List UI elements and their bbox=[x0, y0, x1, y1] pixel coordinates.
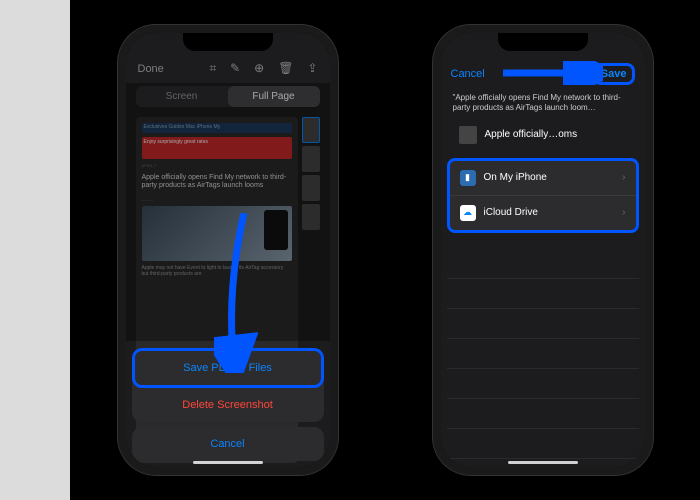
annotation-arrow-right bbox=[503, 61, 603, 85]
delete-screenshot-button[interactable]: Delete Screenshot bbox=[132, 388, 324, 422]
crop-icon[interactable]: ⌗ bbox=[209, 61, 216, 76]
notch bbox=[498, 33, 588, 51]
list-row bbox=[447, 339, 639, 369]
icloud-icon: ☁ bbox=[460, 205, 476, 221]
share-icon[interactable]: ⇪ bbox=[307, 61, 317, 76]
done-button[interactable]: Done bbox=[138, 63, 164, 75]
thumb-page[interactable] bbox=[302, 204, 320, 230]
view-tabs: Screen Full Page bbox=[136, 86, 320, 107]
list-row bbox=[447, 279, 639, 309]
tab-screen[interactable]: Screen bbox=[136, 86, 228, 107]
phone-right: Cancel 🗀 Save "Apple officially opens Fi… bbox=[433, 25, 653, 475]
pen-icon[interactable]: ✎ bbox=[230, 61, 240, 76]
thumb-page[interactable] bbox=[302, 175, 320, 201]
home-indicator bbox=[193, 461, 263, 464]
location-on-my-iphone[interactable]: ▮ On My iPhone › bbox=[450, 161, 636, 196]
chevron-right-icon: › bbox=[622, 207, 625, 218]
list-row bbox=[447, 429, 639, 459]
empty-list bbox=[447, 249, 639, 459]
iphone-icon: ▮ bbox=[460, 170, 476, 186]
article-byline: ——— bbox=[142, 197, 292, 202]
article-date: APRIL 7 bbox=[142, 163, 292, 168]
location-label: iCloud Drive bbox=[484, 207, 615, 218]
screen-markup: Done ⌗ ✎ ⊕ 🗑 ⇪ Screen Full Page Exclusiv… bbox=[126, 33, 330, 467]
file-description: "Apple officially opens Find My network … bbox=[441, 91, 645, 120]
tab-full-page[interactable]: Full Page bbox=[228, 86, 320, 107]
phone-left: Done ⌗ ✎ ⊕ 🗑 ⇪ Screen Full Page Exclusiv… bbox=[118, 25, 338, 475]
thumb-page[interactable] bbox=[302, 117, 320, 143]
list-row bbox=[447, 399, 639, 429]
cancel-button[interactable]: Cancel bbox=[132, 427, 324, 461]
list-row bbox=[447, 249, 639, 279]
location-label: On My iPhone bbox=[484, 172, 615, 183]
file-thumb-icon bbox=[459, 126, 477, 144]
site-nav: Exclusives Guides Mac iPhone My bbox=[142, 123, 292, 133]
screenshot-canvas: Done ⌗ ✎ ⊕ 🗑 ⇪ Screen Full Page Exclusiv… bbox=[70, 0, 700, 500]
list-row bbox=[447, 309, 639, 339]
plus-icon[interactable]: ⊕ bbox=[254, 61, 264, 76]
annotation-arrow-down bbox=[214, 213, 258, 373]
location-group: ▮ On My iPhone › ☁ iCloud Drive › bbox=[447, 158, 639, 233]
file-row[interactable]: Apple officially…oms bbox=[447, 120, 639, 150]
page-margin bbox=[0, 0, 70, 500]
location-icloud-drive[interactable]: ☁ iCloud Drive › bbox=[450, 196, 636, 230]
list-row bbox=[447, 369, 639, 399]
cancel-button[interactable]: Cancel bbox=[451, 68, 485, 80]
screen-files-save: Cancel 🗀 Save "Apple officially opens Fi… bbox=[441, 33, 645, 467]
ad-banner: Enjoy surprisingly great rates bbox=[142, 137, 292, 159]
trash-icon[interactable]: 🗑 bbox=[278, 61, 293, 76]
file-name: Apple officially…oms bbox=[485, 129, 578, 140]
home-indicator bbox=[508, 461, 578, 464]
notch bbox=[183, 33, 273, 51]
chevron-right-icon: › bbox=[622, 172, 625, 183]
markup-toolbar: Done ⌗ ✎ ⊕ 🗑 ⇪ bbox=[126, 57, 330, 80]
thumb-page[interactable] bbox=[302, 146, 320, 172]
article-title: Apple officially opens Find My network t… bbox=[142, 172, 292, 193]
